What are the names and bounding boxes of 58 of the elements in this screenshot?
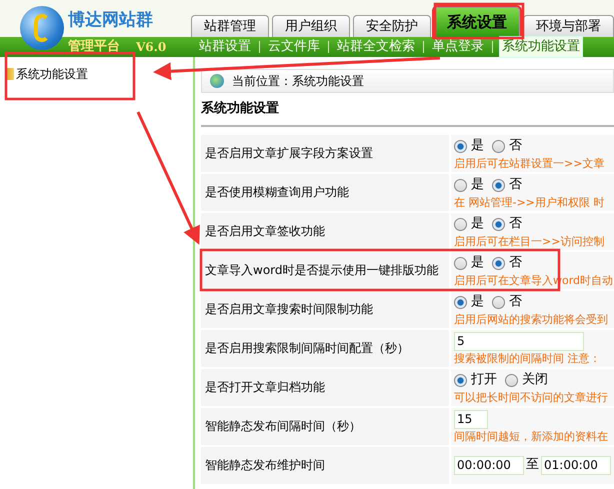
nav-tab[interactable]: 系统设置 [434,7,520,37]
radio-label: 是 [471,176,484,194]
radio-label: 否 [509,176,522,194]
start-time-field[interactable]: 00:00:00 [454,456,524,474]
radio-button[interactable] [492,140,505,152]
setting-label: 是否启用文章搜索时间限制功能 [201,290,449,328]
radio-button[interactable] [454,140,467,152]
hint-text: 间隔时间越短，新添加的资料在 [454,430,609,442]
radio-label: 关闭 [522,371,548,390]
hint-text: 搜索被限制的间隔时间 注意： [454,352,602,364]
setting-label: 智能静态发布维护时间 [201,446,449,484]
radio-button[interactable] [454,296,467,308]
logo-icon [20,6,64,50]
hint-text: 启用后网站的搜索功能将会受到 [454,312,609,326]
nav-tab[interactable]: 用户组织 [272,15,350,37]
platform-label: 管理平台 [68,38,120,56]
radio-button[interactable] [454,256,467,270]
setting-label: 是否启用文章签收功能 [201,212,449,250]
hint-text: 可以把长时间不访问的文章进行 [454,390,609,404]
end-time-field[interactable]: 01:00:00 [541,456,611,474]
breadcrumb-text: 当前位置：系统功能设置 [232,73,364,90]
setting-label: 文章导入word时是否提示使用一键排版功能 [201,252,449,288]
setting-label: 是否启用搜索限制间隔时间配置（秒） [201,330,449,366]
radio-label: 否 [509,137,522,156]
hint-text: 在 网站管理->>用户和权限 时 [454,196,606,209]
setting-label: 是否使用模糊查询用户功能 [201,174,449,210]
radio-button[interactable] [492,296,505,308]
radio-button[interactable] [505,374,518,386]
hint-text: 启用后可在站群设置一>>文章 [454,156,606,170]
brand-name: 博达网站群 [68,9,153,32]
nav-tab[interactable]: 安全防护 [353,15,431,37]
setting-label: 是否打开文章归档功能 [201,368,449,406]
input-field[interactable]: 15 [454,410,488,428]
radio-button[interactable] [454,218,467,230]
radio-label: 否 [509,215,522,234]
nav-tab[interactable]: 环境与部署 [523,15,614,37]
hint-text: 启用后可在栏目一>>访问控制 [454,234,606,248]
range-separator: 至 [526,456,539,474]
radio-button[interactable] [454,374,467,386]
radio-label: 是 [471,215,484,234]
section-title: 系统功能设置 [201,93,614,126]
radio-button[interactable] [492,256,505,270]
setting-label: 智能静态发布间隔时间（秒） [201,408,449,444]
radio-label: 是 [471,254,484,272]
subnav-link[interactable]: 系统功能设置 [499,36,583,58]
radio-label: 打开 [471,371,497,390]
setting-label: 是否启用文章扩展字段方案设置 [201,134,449,172]
radio-button[interactable] [492,178,505,192]
radio-label: 是 [471,137,484,156]
radio-label: 否 [509,293,522,312]
radio-button[interactable] [492,218,505,230]
radio-label: 是 [471,293,484,312]
sidebar-item[interactable]: 系统功能设置 [6,65,193,83]
version-label: V6.0 [136,39,166,56]
radio-button[interactable] [454,178,467,192]
nav-tab[interactable]: 站群管理 [191,15,269,37]
radio-label: 否 [509,254,522,272]
input-field[interactable]: 5 [454,332,584,350]
